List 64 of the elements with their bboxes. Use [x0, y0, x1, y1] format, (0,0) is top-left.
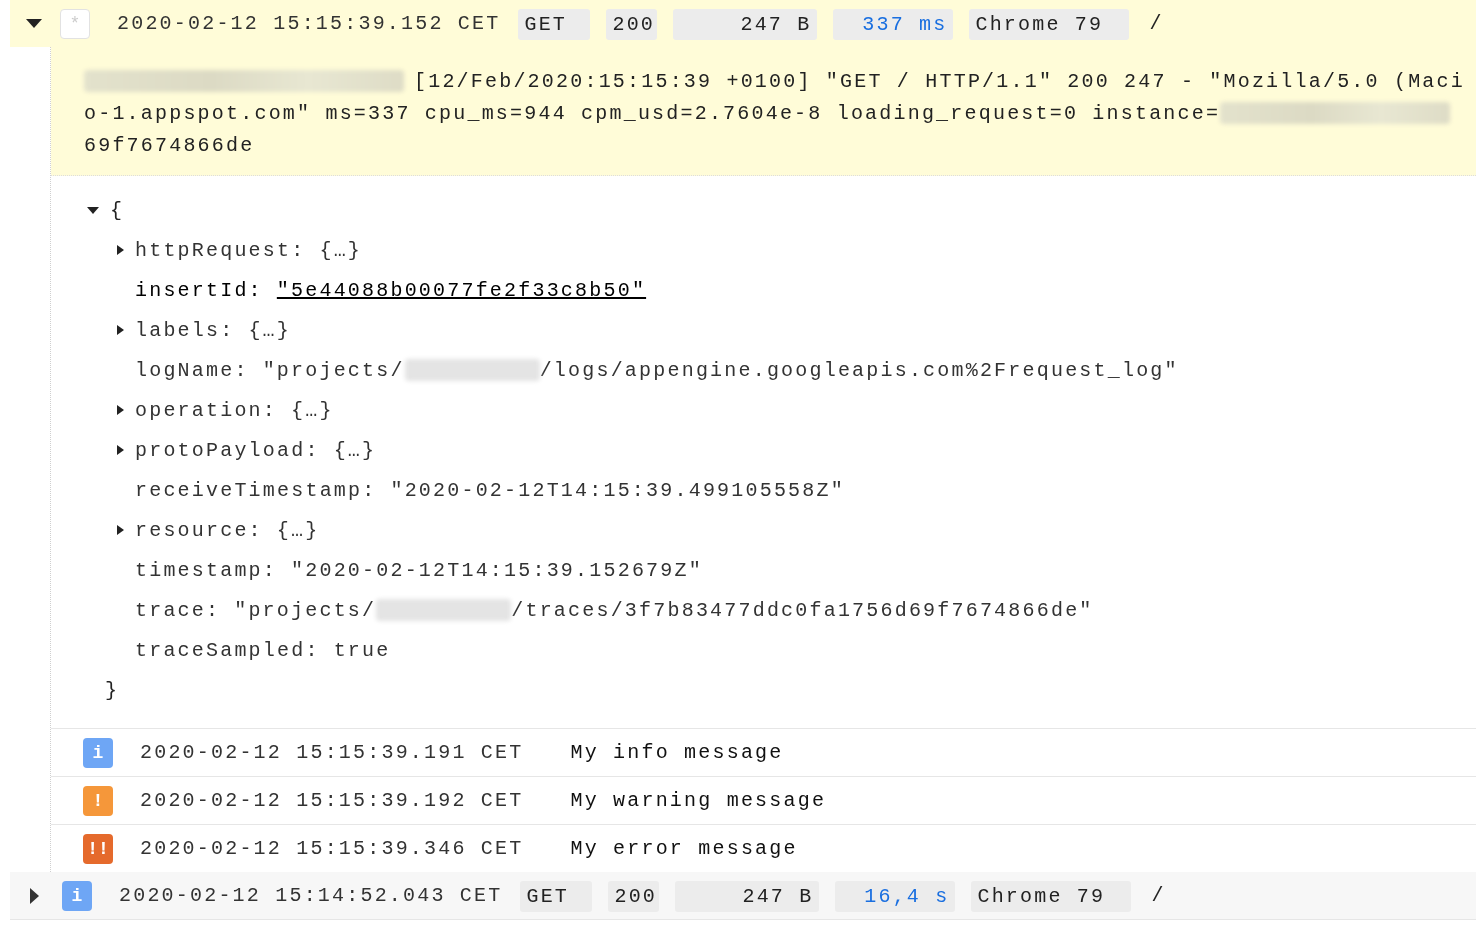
log-message-text: [12/Feb/2020:15:15:39 +0100] "GET / HTTP/1.1" 200 247 - "Mozilla/5.0 (Maci	[414, 69, 1465, 93]
caret-icon[interactable]	[26, 19, 42, 28]
field-key: trace:	[135, 598, 221, 622]
timestamp: 2020-02-12 15:15:39.192 CET	[140, 789, 524, 812]
field-value: /logs/appengine.googleapis.com%2Frequest_log"	[539, 358, 1179, 382]
size-chip: 247 B	[673, 9, 818, 40]
user-agent-chip: Chrome 79	[969, 9, 1130, 40]
field-key: labels:	[135, 318, 235, 342]
log-message-text: o-1.appspot.com" ms=337 cpu_ms=944 cpm_usd=2.7604e-8 loading_request=0 instance=	[84, 101, 1221, 125]
method-chip: GET	[520, 881, 593, 912]
severity-icon: !!	[83, 833, 113, 864]
field-value: {…}	[333, 438, 377, 462]
status-chip: 200	[608, 881, 660, 912]
timestamp: 2020-02-12 15:15:39.191 CET	[140, 741, 524, 764]
field-key: protoPayload:	[135, 438, 320, 462]
field-key: operation:	[135, 398, 278, 422]
timestamp: 2020-02-12 15:15:39.152 CET	[117, 12, 501, 35]
method-chip: GET	[518, 9, 591, 40]
field-value: true	[333, 638, 391, 662]
field-value: {…}	[276, 518, 320, 542]
field-value: {…}	[248, 318, 292, 342]
request-path: /	[1149, 12, 1164, 35]
field-value: "projects/	[234, 598, 377, 622]
severity-icon: !	[83, 785, 113, 816]
log-entry-row[interactable]: * 2020-02-12 15:15:39.152 CET GET 200 247 B 337 ms Chrome 79 /	[10, 0, 1476, 47]
field-value: "2020-02-12T14:15:39.152679Z"	[291, 558, 703, 582]
latency-chip: 337 ms	[833, 9, 954, 40]
size-chip: 247 B	[675, 881, 820, 912]
field-key: receiveTimestamp:	[135, 478, 377, 502]
status-chip: 200	[606, 9, 658, 40]
caret-icon[interactable]	[117, 325, 124, 335]
log-message: My warning message	[570, 789, 827, 812]
caret-icon[interactable]	[117, 245, 124, 255]
log-message-text: 69f7674866de	[84, 133, 255, 157]
request-path: /	[1151, 884, 1166, 907]
log-message: My error message	[570, 837, 798, 860]
severity-icon: i	[62, 880, 92, 911]
field-value: {…}	[319, 238, 363, 262]
field-key: insertId:	[135, 278, 263, 302]
severity-icon: *	[60, 8, 90, 39]
timestamp: 2020-02-12 15:14:52.043 CET	[119, 884, 503, 907]
timestamp: 2020-02-12 15:15:39.346 CET	[140, 837, 524, 860]
brace: }	[105, 678, 120, 702]
field-value: "projects/	[262, 358, 405, 382]
caret-icon[interactable]	[117, 445, 124, 455]
caret-icon[interactable]	[30, 887, 39, 904]
caret-icon[interactable]	[117, 405, 124, 415]
field-key: resource:	[135, 518, 263, 542]
caret-icon[interactable]	[117, 525, 124, 535]
caret-icon[interactable]	[87, 206, 99, 214]
user-agent-chip: Chrome 79	[971, 881, 1132, 912]
log-message: My info message	[570, 741, 784, 764]
field-key: timestamp:	[135, 558, 278, 582]
latency-chip: 16,4 s	[835, 881, 956, 912]
field-key: traceSampled:	[135, 638, 320, 662]
field-value: /traces/3f7b83477ddc0fa1756d69f7674866de"	[511, 598, 1094, 622]
field-key: httpRequest:	[135, 238, 306, 262]
field-key: logName:	[135, 358, 249, 382]
field-value: "2020-02-12T14:15:39.499105558Z"	[390, 478, 845, 502]
field-value-link[interactable]: "5e44088b00077fe2f33c8b50"	[276, 278, 647, 302]
brace: {	[110, 198, 125, 222]
log-entry-row[interactable]: i 2020-02-12 15:14:52.043 CET GET 200 247 B 16,4 s Chrome 79 /	[10, 872, 1476, 920]
field-value: {…}	[291, 398, 334, 422]
severity-icon: i	[83, 737, 113, 768]
